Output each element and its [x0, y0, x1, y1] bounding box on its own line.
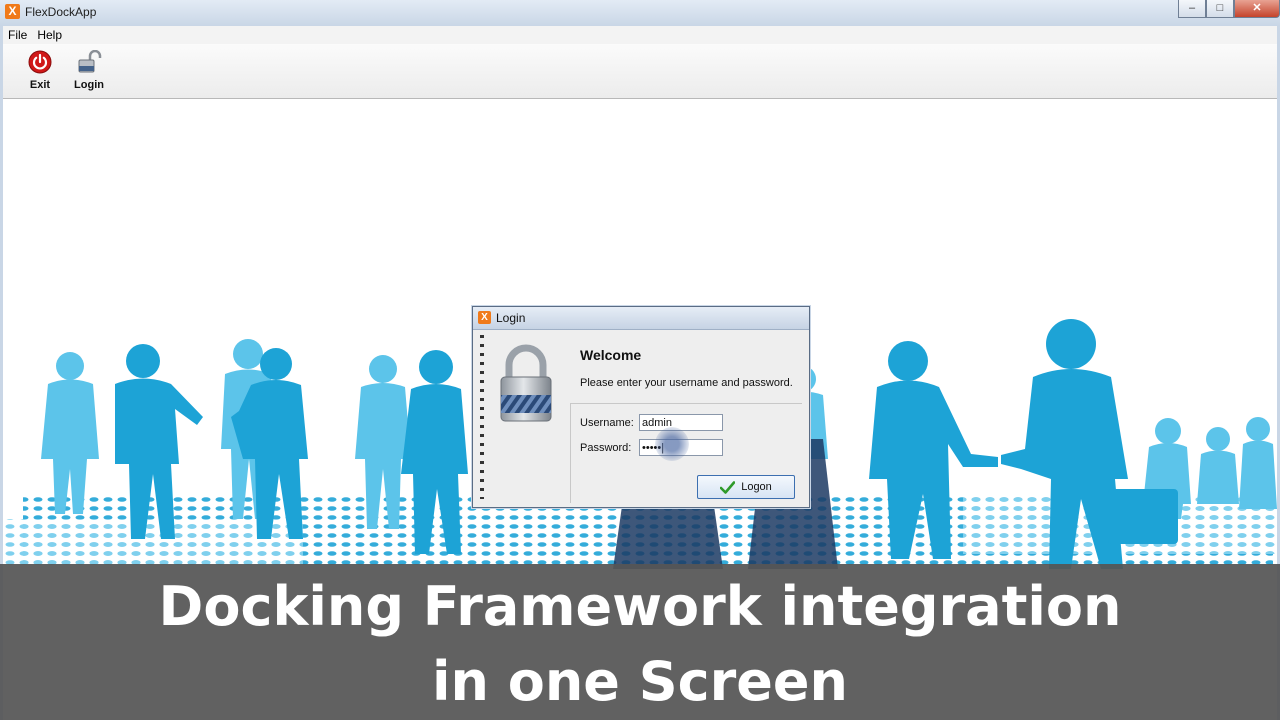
divider	[570, 403, 571, 503]
logon-button[interactable]: Logon	[697, 475, 795, 499]
login-button[interactable]: Login	[69, 49, 109, 91]
checkmark-icon	[720, 480, 736, 494]
logon-label: Logon	[741, 481, 772, 493]
toolbar: Exit Login	[3, 44, 1277, 99]
app-icon: X	[5, 4, 20, 19]
dialog-title: Login	[496, 311, 526, 325]
padlock-icon	[495, 343, 557, 428]
dialog-title-bar[interactable]: X Login	[473, 307, 809, 330]
login-dialog: X Login Welcome Please enter your userna…	[472, 306, 810, 508]
username-label: Username:	[580, 417, 634, 429]
menu-bar: File Help	[3, 26, 1277, 45]
close-button[interactable]: ✕	[1234, 0, 1280, 18]
window-controls: ‒ □ ✕	[1178, 0, 1280, 18]
power-icon	[28, 50, 52, 74]
minimize-button[interactable]: ‒	[1178, 0, 1206, 18]
exit-label: Exit	[29, 79, 51, 91]
maximize-button[interactable]: □	[1206, 0, 1234, 18]
divider	[570, 403, 802, 404]
caption-banner: Docking Framework integration in one Scr…	[0, 564, 1280, 720]
dialog-app-icon: X	[478, 311, 491, 324]
unlocked-padlock-icon	[78, 49, 102, 73]
username-field[interactable]: admin	[639, 414, 723, 431]
menu-file[interactable]: File	[3, 26, 32, 44]
window-title: FlexDockApp	[25, 5, 97, 19]
instruction-text: Please enter your username and password.	[580, 377, 793, 389]
mouse-cursor-highlight	[655, 427, 689, 461]
password-label: Password:	[580, 442, 632, 454]
dock-gripper[interactable]	[480, 335, 484, 499]
caption-line-2: in one Screen	[432, 650, 848, 713]
exit-button[interactable]: Exit	[23, 50, 57, 91]
title-bar: X FlexDockApp ‒ □ ✕	[0, 0, 1280, 27]
menu-help[interactable]: Help	[32, 26, 67, 44]
caption-line-1: Docking Framework integration	[158, 575, 1122, 638]
welcome-heading: Welcome	[580, 347, 642, 363]
login-label: Login	[74, 79, 104, 91]
